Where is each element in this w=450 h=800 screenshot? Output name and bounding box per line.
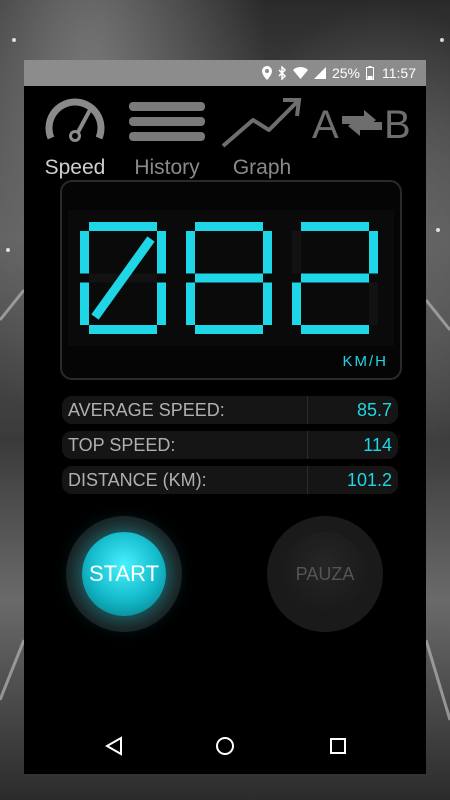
lcd-segment xyxy=(80,282,89,325)
svg-text:B: B xyxy=(384,103,411,147)
stat-row-average-speed: AVERAGE SPEED: 85.7 xyxy=(62,396,398,424)
clock: 11:57 xyxy=(382,65,416,81)
android-nav-bar xyxy=(24,718,426,774)
stat-row-distance: DISTANCE (KM): 101.2 xyxy=(62,466,398,494)
stat-value: 114 xyxy=(363,435,392,455)
tab-speed-label: Speed xyxy=(44,156,106,179)
stat-label: DISTANCE (KM): xyxy=(68,470,207,490)
lcd-segment xyxy=(195,222,263,231)
speed-unit: KM/H xyxy=(342,353,388,370)
wifi-icon xyxy=(292,67,308,79)
location-icon xyxy=(261,66,272,80)
start-button-ring: START xyxy=(66,516,182,632)
signal-icon xyxy=(313,67,326,79)
stat-value: 85.7 xyxy=(356,400,392,420)
speedometer-icon xyxy=(43,98,107,154)
home-icon[interactable] xyxy=(215,736,235,761)
hamburger-icon xyxy=(125,102,209,154)
lcd-segment xyxy=(292,282,301,325)
recents-icon[interactable] xyxy=(328,736,348,761)
svg-text:A: A xyxy=(312,103,339,147)
pause-button[interactable]: PAUZA xyxy=(283,532,367,616)
lcd-segment xyxy=(292,231,301,274)
lcd-segment xyxy=(89,222,157,231)
start-button[interactable]: START xyxy=(82,532,166,616)
speed-display: 082 xyxy=(68,210,394,346)
lcd-segment xyxy=(186,231,195,274)
lcd-segment xyxy=(89,325,157,334)
stat-label: TOP SPEED: xyxy=(68,435,176,455)
a-swap-b-icon: A B xyxy=(312,103,412,158)
bluetooth-icon xyxy=(278,66,287,80)
stat-value: 101.2 xyxy=(346,470,392,490)
tab-history[interactable]: History xyxy=(124,90,210,182)
speedometer-panel: 082 KM/H xyxy=(60,180,402,380)
lcd-segment xyxy=(263,282,272,325)
divider xyxy=(307,431,308,459)
lcd-segment xyxy=(301,325,369,334)
tab-graph-label: Graph xyxy=(232,156,292,179)
tab-bar: Speed History Graph A B xyxy=(24,90,426,180)
divider xyxy=(307,466,308,494)
lcd-segment xyxy=(157,282,166,325)
lcd-segment xyxy=(186,282,195,325)
lcd-segment xyxy=(195,325,263,334)
pause-button-ring: PAUZA xyxy=(267,516,383,632)
stat-label: AVERAGE SPEED: xyxy=(68,400,225,420)
tab-compare[interactable]: A B xyxy=(312,90,412,182)
tab-graph[interactable]: Graph xyxy=(214,90,310,182)
speed-lcd-digits xyxy=(80,222,378,334)
lcd-segment xyxy=(369,282,378,325)
battery-percent: 25% xyxy=(331,65,360,81)
app-screen: 25% 11:57 Speed History Graph A B KM/H A… xyxy=(24,60,426,774)
lcd-segment xyxy=(195,273,263,283)
lcd-segment xyxy=(301,273,369,283)
status-bar: 25% 11:57 xyxy=(24,60,426,86)
tab-history-label: History xyxy=(134,156,200,179)
lcd-segment xyxy=(80,231,89,274)
lcd-segment xyxy=(301,222,369,231)
lcd-segment xyxy=(369,231,378,274)
lcd-segment xyxy=(263,231,272,274)
back-icon[interactable] xyxy=(104,736,124,761)
battery-icon xyxy=(366,66,374,80)
divider xyxy=(307,396,308,424)
tab-speed[interactable]: Speed xyxy=(40,90,110,182)
lcd-segment xyxy=(157,231,166,274)
stat-row-top-speed: TOP SPEED: 114 xyxy=(62,431,398,459)
